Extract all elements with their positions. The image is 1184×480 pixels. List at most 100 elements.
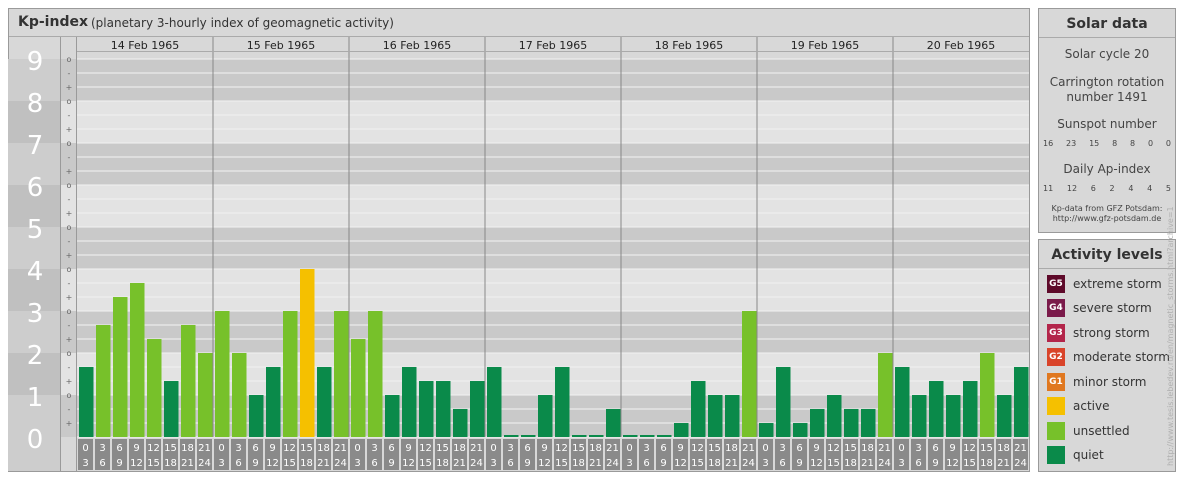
hour-start-label: 9	[949, 443, 955, 454]
legend-label: extreme storm	[1073, 277, 1162, 291]
day-label: 18 Feb 1965	[655, 39, 723, 52]
source-link[interactable]: http://www.gfz-potsdam.de	[1039, 214, 1175, 224]
hour-start-label: 21	[198, 443, 211, 454]
hour-end-label: 3	[218, 458, 224, 469]
quiet-swatch	[1047, 446, 1065, 464]
hour-end-label: 12	[810, 458, 823, 469]
kp-bar	[861, 408, 876, 437]
y-subtick-label: -	[68, 279, 71, 288]
hour-end-label: 18	[164, 458, 177, 469]
hour-start-label: 6	[932, 443, 938, 454]
hour-start-label: 21	[878, 443, 891, 454]
ap-value: 2	[1109, 184, 1115, 193]
y-tick-label: 1	[27, 383, 44, 413]
hour-end-label: 15	[691, 458, 704, 469]
hour-start-label: 0	[218, 443, 224, 454]
kp-bar	[334, 311, 349, 437]
credit-link[interactable]: http://www.tesis.lebedev.ru/en/magnetic_…	[1166, 206, 1175, 466]
y-tick-label: 8	[27, 89, 44, 119]
kp-bar	[130, 282, 145, 437]
day-label: 20 Feb 1965	[927, 39, 995, 52]
kp-bar	[827, 395, 842, 437]
hour-start-label: 21	[1014, 443, 1027, 454]
hour-end-label: 24	[198, 458, 211, 469]
hour-start-label: 3	[371, 443, 377, 454]
hour-start-label: 18	[317, 443, 330, 454]
kp-bar	[283, 311, 298, 437]
ap-value: 6	[1090, 184, 1096, 193]
hour-start-label: 21	[606, 443, 619, 454]
hour-end-label: 6	[779, 458, 785, 469]
activity-levels-title: Activity levels	[1039, 240, 1175, 269]
ap-value: 4	[1128, 184, 1134, 193]
kp-bar	[691, 381, 706, 437]
activity-levels-panel: Activity levels G5 extreme storm G4 seve…	[1038, 239, 1176, 472]
hour-end-label: 24	[1014, 458, 1027, 469]
hour-start-label: 0	[354, 443, 360, 454]
legend-item-strong-storm: G3 strong storm	[1047, 323, 1150, 343]
kp-bar	[521, 435, 536, 437]
hour-start-label: 15	[164, 443, 177, 454]
kp-bar	[912, 395, 927, 437]
kp-bar	[79, 366, 94, 437]
hour-end-label: 6	[371, 458, 377, 469]
y-band	[61, 59, 1029, 101]
kp-bar	[657, 435, 672, 437]
kp-bar	[742, 311, 757, 437]
y-subtick-label: -	[68, 363, 71, 372]
kp-bar	[419, 381, 434, 437]
hour-end-label: 9	[796, 458, 802, 469]
kp-bar	[623, 435, 638, 437]
kp-bar	[96, 324, 111, 437]
hour-end-label: 6	[507, 458, 513, 469]
sunspot-value: 23	[1066, 139, 1077, 148]
y-subtick-label: +	[66, 251, 73, 260]
kp-bar	[232, 353, 247, 437]
y-subtick-label: o	[67, 391, 72, 400]
hour-start-label: 18	[725, 443, 738, 454]
sunspot-values: 16 23 15 8 8 0 0	[1043, 139, 1171, 148]
legend-label: unsettled	[1073, 424, 1130, 438]
hour-end-label: 9	[660, 458, 666, 469]
kp-bar	[810, 408, 825, 437]
y-band	[61, 227, 1029, 269]
hour-end-label: 15	[827, 458, 840, 469]
ap-value: 11	[1043, 184, 1054, 193]
hour-end-label: 18	[980, 458, 993, 469]
hour-start-label: 9	[133, 443, 139, 454]
y-tick-label: 0	[27, 425, 44, 455]
kp-bar	[266, 366, 281, 437]
sunspot-value: 8	[1112, 139, 1118, 148]
hour-end-label: 6	[643, 458, 649, 469]
unsettled-swatch	[1047, 422, 1065, 440]
legend-item-extreme-storm: G5 extreme storm	[1047, 274, 1162, 294]
sunspot-value: 16	[1043, 139, 1054, 148]
hour-end-label: 21	[997, 458, 1010, 469]
y-subtick-label: +	[66, 419, 73, 428]
hour-end-label: 15	[963, 458, 976, 469]
legend-item-minor-storm: G1 minor storm	[1047, 372, 1146, 392]
ap-value: 4	[1147, 184, 1153, 193]
y-subtick-label: o	[67, 97, 72, 106]
hour-end-label: 18	[844, 458, 857, 469]
hour-end-label: 3	[762, 458, 768, 469]
y-subtick-label: +	[66, 335, 73, 344]
hour-start-label: 18	[453, 443, 466, 454]
kp-bar	[147, 339, 162, 437]
y-tick-label: 3	[27, 299, 44, 329]
hour-start-label: 0	[626, 443, 632, 454]
y-subtick-label: +	[66, 377, 73, 386]
legend-item-severe-storm: G4 severe storm	[1047, 298, 1152, 318]
hour-end-label: 3	[490, 458, 496, 469]
hour-end-label: 15	[419, 458, 432, 469]
hour-start-label: 0	[490, 443, 496, 454]
hour-start-label: 12	[419, 443, 432, 454]
y-subtick-label: o	[67, 265, 72, 274]
kp-bar	[215, 311, 230, 437]
kp-bar	[181, 324, 196, 437]
hour-start-label: 15	[572, 443, 585, 454]
legend-item-quiet: quiet	[1047, 445, 1104, 465]
hour-end-label: 12	[538, 458, 551, 469]
hour-start-label: 6	[116, 443, 122, 454]
legend-label: minor storm	[1073, 375, 1147, 389]
